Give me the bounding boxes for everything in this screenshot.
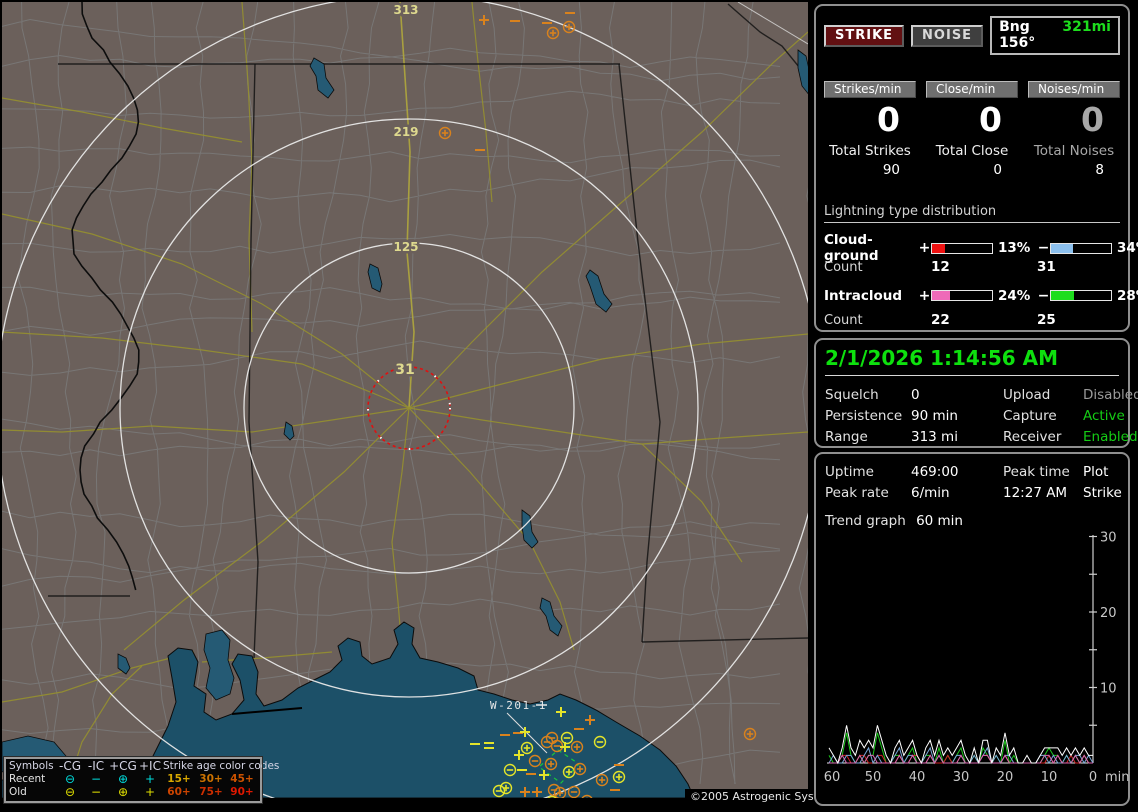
datetime-display: 2/1/2026 1:14:56 AM [825, 346, 1119, 376]
status-box: 2/1/2026 1:14:56 AM Squelch 0 Upload Dis… [814, 338, 1130, 448]
cg-plus-bar [931, 243, 993, 254]
cg-minus-bar [1050, 243, 1112, 254]
total-close-value: 0 [926, 162, 1018, 178]
noises-rate: 0 [1028, 101, 1120, 139]
trend-graph-label: Trend graph [825, 513, 906, 529]
upload-status: Disabled [1083, 385, 1138, 405]
ic-minus-bar [1050, 290, 1112, 301]
bearing-display: Bng 156° 321mi [990, 16, 1120, 55]
lightning-type-distribution: Lightning type distribution Cloud-ground… [824, 204, 1120, 330]
svg-text:31: 31 [395, 362, 414, 378]
noise-button[interactable]: NOISE [911, 25, 983, 47]
squelch-label: Squelch [825, 385, 911, 405]
svg-text:125: 125 [393, 240, 418, 254]
close-rate: 0 [926, 101, 1018, 139]
receiver-status: Enabled [1083, 427, 1138, 447]
close-column: Close/min 0 Total Close 0 [926, 81, 1018, 178]
svg-text:30: 30 [1100, 531, 1117, 546]
map-canvas[interactable]: 31321912531W-201-1 [2, 2, 808, 798]
svg-text:min: min [1105, 770, 1130, 785]
lightning-map[interactable]: 31321912531W-201-1 Symbols -CG -IC +CG +… [2, 2, 808, 798]
svg-text:10: 10 [1041, 770, 1058, 785]
svg-text:0: 0 [1089, 770, 1097, 785]
intracloud-count-row: Count 22 25 [824, 310, 1120, 330]
plus-cg-old-icon: ⊕ [109, 786, 137, 799]
uptime-label: Uptime [825, 462, 911, 482]
capture-status: Active [1083, 406, 1138, 426]
svg-text:60: 60 [824, 770, 841, 785]
total-strikes-label: Total Strikes [824, 143, 916, 159]
noises-column: Noises/min 0 Total Noises 8 [1028, 81, 1120, 178]
close-per-min-chip: Close/min [926, 81, 1018, 98]
total-strikes-value: 90 [824, 162, 916, 178]
plot-mode-value: Strike [1083, 483, 1122, 503]
cloud-ground-row: Cloud-ground + 13% − 34% [824, 232, 1120, 253]
trend-graph: 3020106050403020100min [825, 531, 1125, 793]
app-window: 31321912531W-201-1 Symbols -CG -IC +CG +… [0, 0, 1138, 812]
squelch-value: 0 [911, 385, 1003, 405]
minus-ic-old-icon: − [83, 786, 109, 799]
total-noises-label: Total Noises [1028, 143, 1120, 159]
plot-label: Plot [1083, 462, 1122, 482]
legend-row-recent: Recent [9, 773, 57, 786]
trend-box: Uptime 469:00 Peak time Plot Peak rate 6… [814, 452, 1130, 806]
strikes-rate: 0 [824, 101, 916, 139]
plus-ic-old-icon: + [137, 786, 163, 799]
trend-graph-value: 60 min [916, 513, 963, 529]
svg-text:30: 30 [953, 770, 970, 785]
range-value: 313 mi [911, 427, 1003, 447]
svg-text:20: 20 [1100, 606, 1117, 621]
ic-plus-bar [931, 290, 993, 301]
legend-row-old: Old [9, 786, 57, 799]
total-close-label: Total Close [926, 143, 1018, 159]
strikes-column: Strikes/min 0 Total Strikes 90 [824, 81, 916, 178]
noises-per-min-chip: Noises/min [1028, 81, 1120, 98]
peak-rate-value: 6/min [911, 483, 1003, 503]
svg-text:313: 313 [393, 3, 418, 17]
peak-time-value: 12:27 AM [1003, 483, 1083, 503]
svg-text:50: 50 [865, 770, 882, 785]
minus-cg-old-icon: ⊖ [57, 786, 83, 799]
receiver-label: Receiver [1003, 427, 1083, 447]
distribution-title: Lightning type distribution [824, 204, 1120, 223]
svg-text:219: 219 [393, 125, 418, 139]
legend-symbols-title: Symbols [9, 760, 57, 773]
strikes-per-min-chip: Strikes/min [824, 81, 916, 98]
capture-label: Capture [1003, 406, 1083, 426]
svg-text:40: 40 [909, 770, 926, 785]
svg-text:10: 10 [1100, 682, 1117, 697]
bearing-distance: 321mi [1062, 19, 1111, 51]
persistence-label: Persistence [825, 406, 911, 426]
peak-rate-label: Peak rate [825, 483, 911, 503]
upload-label: Upload [1003, 385, 1083, 405]
intracloud-row: Intracloud + 24% − 28% [824, 285, 1120, 306]
range-label: Range [825, 427, 911, 447]
strike-button[interactable]: STRIKE [824, 25, 904, 47]
svg-text:20: 20 [997, 770, 1014, 785]
map-legend: Symbols -CG -IC +CG +IC Strike age color… [4, 757, 262, 803]
bearing-label: Bng 156° [999, 19, 1052, 51]
total-noises-value: 8 [1028, 162, 1120, 178]
peak-time-label: Peak time [1003, 462, 1083, 482]
legend-age-title: Strike age color codes [163, 760, 257, 773]
cloud-ground-count-row: Count 12 31 [824, 257, 1120, 277]
uptime-value: 469:00 [911, 462, 1003, 482]
strike-stats-box: STRIKE NOISE Bng 156° 321mi Strikes/min … [814, 4, 1130, 332]
persistence-value: 90 min [911, 406, 1003, 426]
